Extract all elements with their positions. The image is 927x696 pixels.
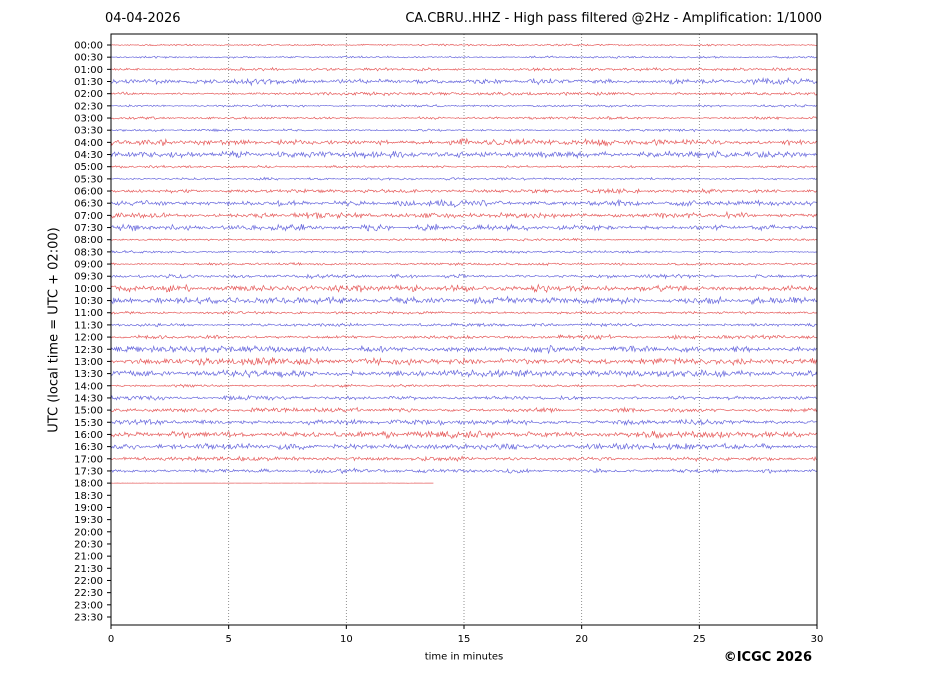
plot-frame (110, 33, 818, 626)
row-label: 18:30 (74, 491, 103, 502)
trace-00:30 (110, 55, 818, 59)
row-label: 11:00 (74, 308, 103, 319)
trace-01:00 (110, 66, 818, 72)
row-label: 05:00 (74, 162, 103, 173)
row-label: 15:30 (74, 418, 103, 429)
trace-14:00 (110, 383, 818, 389)
row-label: 21:30 (74, 564, 103, 575)
row-label: 07:00 (74, 211, 103, 222)
x-tick-label: 20 (575, 634, 588, 645)
row-label: 16:30 (74, 442, 103, 453)
row-label: 14:00 (74, 381, 103, 392)
row-label: 13:00 (74, 357, 103, 368)
row-label: 14:30 (74, 393, 103, 404)
seismogram-page: 04-04-2026 CA.CBRU..HHZ - High pass filt… (0, 0, 927, 696)
row-label: 12:30 (74, 345, 103, 356)
row-label: 03:30 (74, 126, 103, 137)
row-label: 02:30 (74, 101, 103, 112)
row-label: 17:30 (74, 466, 103, 477)
row-label: 19:30 (74, 515, 103, 526)
row-label: 04:30 (74, 150, 103, 161)
row-label: 07:30 (74, 223, 103, 234)
row-label: 20:00 (74, 527, 103, 538)
row-label: 17:00 (74, 454, 103, 465)
row-label: 06:30 (74, 199, 103, 210)
helicorder-plot: 00:0000:3001:0001:3002:0002:30 03:0003:30… (74, 33, 824, 645)
row-label: 21:00 (74, 552, 103, 563)
row-label: 09:00 (74, 260, 103, 271)
row-label: 23:30 (74, 612, 103, 623)
trace-11:30 (110, 322, 818, 328)
row-label: 08:00 (74, 235, 103, 246)
x-tick-label: 15 (458, 634, 471, 645)
x-tick-label: 5 (225, 634, 231, 645)
trace-15:30 (110, 418, 818, 427)
trace-10:30 (110, 295, 818, 306)
x-tick-label: 30 (811, 634, 824, 645)
row-label: 22:00 (74, 576, 103, 587)
trace-15:00 (110, 406, 818, 414)
row-label: 03:00 (74, 114, 103, 125)
row-label: 02:00 (74, 89, 103, 100)
row-label: 08:30 (74, 247, 103, 258)
row-label: 09:30 (74, 272, 103, 283)
trace-06:00 (110, 187, 818, 195)
row-label: 18:00 (74, 479, 103, 490)
row-label: 00:30 (74, 53, 103, 64)
trace-02:00 (110, 91, 818, 97)
row-label: 05:30 (74, 174, 103, 185)
row-label: 01:00 (74, 65, 103, 76)
trace-05:00 (110, 164, 818, 169)
trace-16:00 (110, 430, 818, 440)
trace-09:00 (110, 261, 818, 267)
row-label: 12:00 (74, 333, 103, 344)
row-label: 10:00 (74, 284, 103, 295)
row-label: 19:00 (74, 503, 103, 514)
row-label: 16:00 (74, 430, 103, 441)
row-label: 20:30 (74, 539, 103, 550)
trace-03:30 (110, 128, 818, 133)
row-label: 06:00 (74, 187, 103, 198)
x-tick-label: 0 (108, 634, 114, 645)
trace-16:30 (110, 442, 818, 451)
row-label: 04:00 (74, 138, 103, 149)
x-tick-label: 10 (340, 634, 353, 645)
row-label: 01:30 (74, 77, 103, 88)
row-label: 00:00 (74, 41, 103, 52)
trace-10:00 (110, 283, 818, 294)
row-label: 23:00 (74, 600, 103, 611)
row-label: 22:30 (74, 588, 103, 599)
x-tick-label: 25 (693, 634, 706, 645)
row-label: 10:30 (74, 296, 103, 307)
row-label: 11:30 (74, 320, 103, 331)
row-label: 13:30 (74, 369, 103, 380)
row-label: 15:00 (74, 406, 103, 417)
trace-00:00 (110, 43, 818, 47)
trace-08:30 (110, 249, 818, 255)
